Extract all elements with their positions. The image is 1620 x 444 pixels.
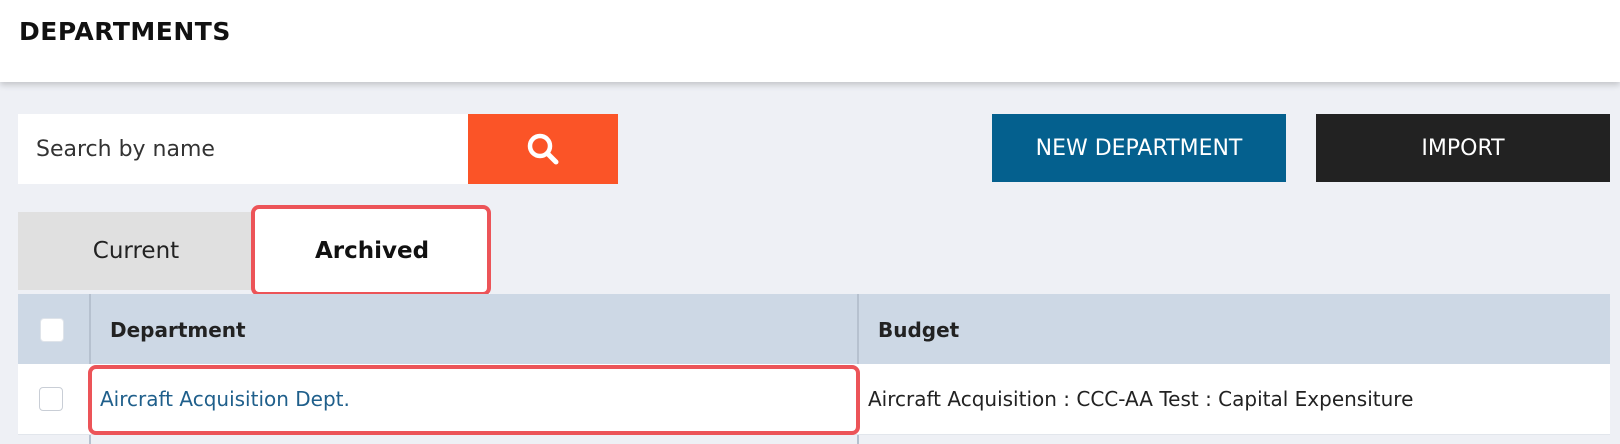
department-link[interactable]: Aircraft Acquisition Dept. xyxy=(100,387,350,411)
budget-cell: Aircraft Acquisition : CCC-AA Test : Cap… xyxy=(868,387,1414,411)
select-all-checkbox[interactable] xyxy=(40,318,64,342)
page-header: DEPARTMENTS xyxy=(0,0,1620,82)
tab-archived-label: Archived xyxy=(314,238,430,264)
column-header-budget: Budget xyxy=(878,318,960,342)
search-input[interactable] xyxy=(18,114,468,184)
page-title: DEPARTMENTS xyxy=(19,17,231,46)
table-header xyxy=(18,294,1610,364)
search-button[interactable] xyxy=(468,114,618,184)
row-checkbox[interactable] xyxy=(39,387,63,411)
tab-current-label: Current xyxy=(92,238,180,264)
search-icon xyxy=(527,133,559,165)
import-button[interactable]: IMPORT xyxy=(1316,114,1610,182)
tab-archived[interactable]: Archived xyxy=(254,208,490,294)
column-header-department: Department xyxy=(110,318,246,342)
new-department-button[interactable]: NEW DEPARTMENT xyxy=(992,114,1286,182)
tab-current[interactable]: Current xyxy=(18,212,254,290)
